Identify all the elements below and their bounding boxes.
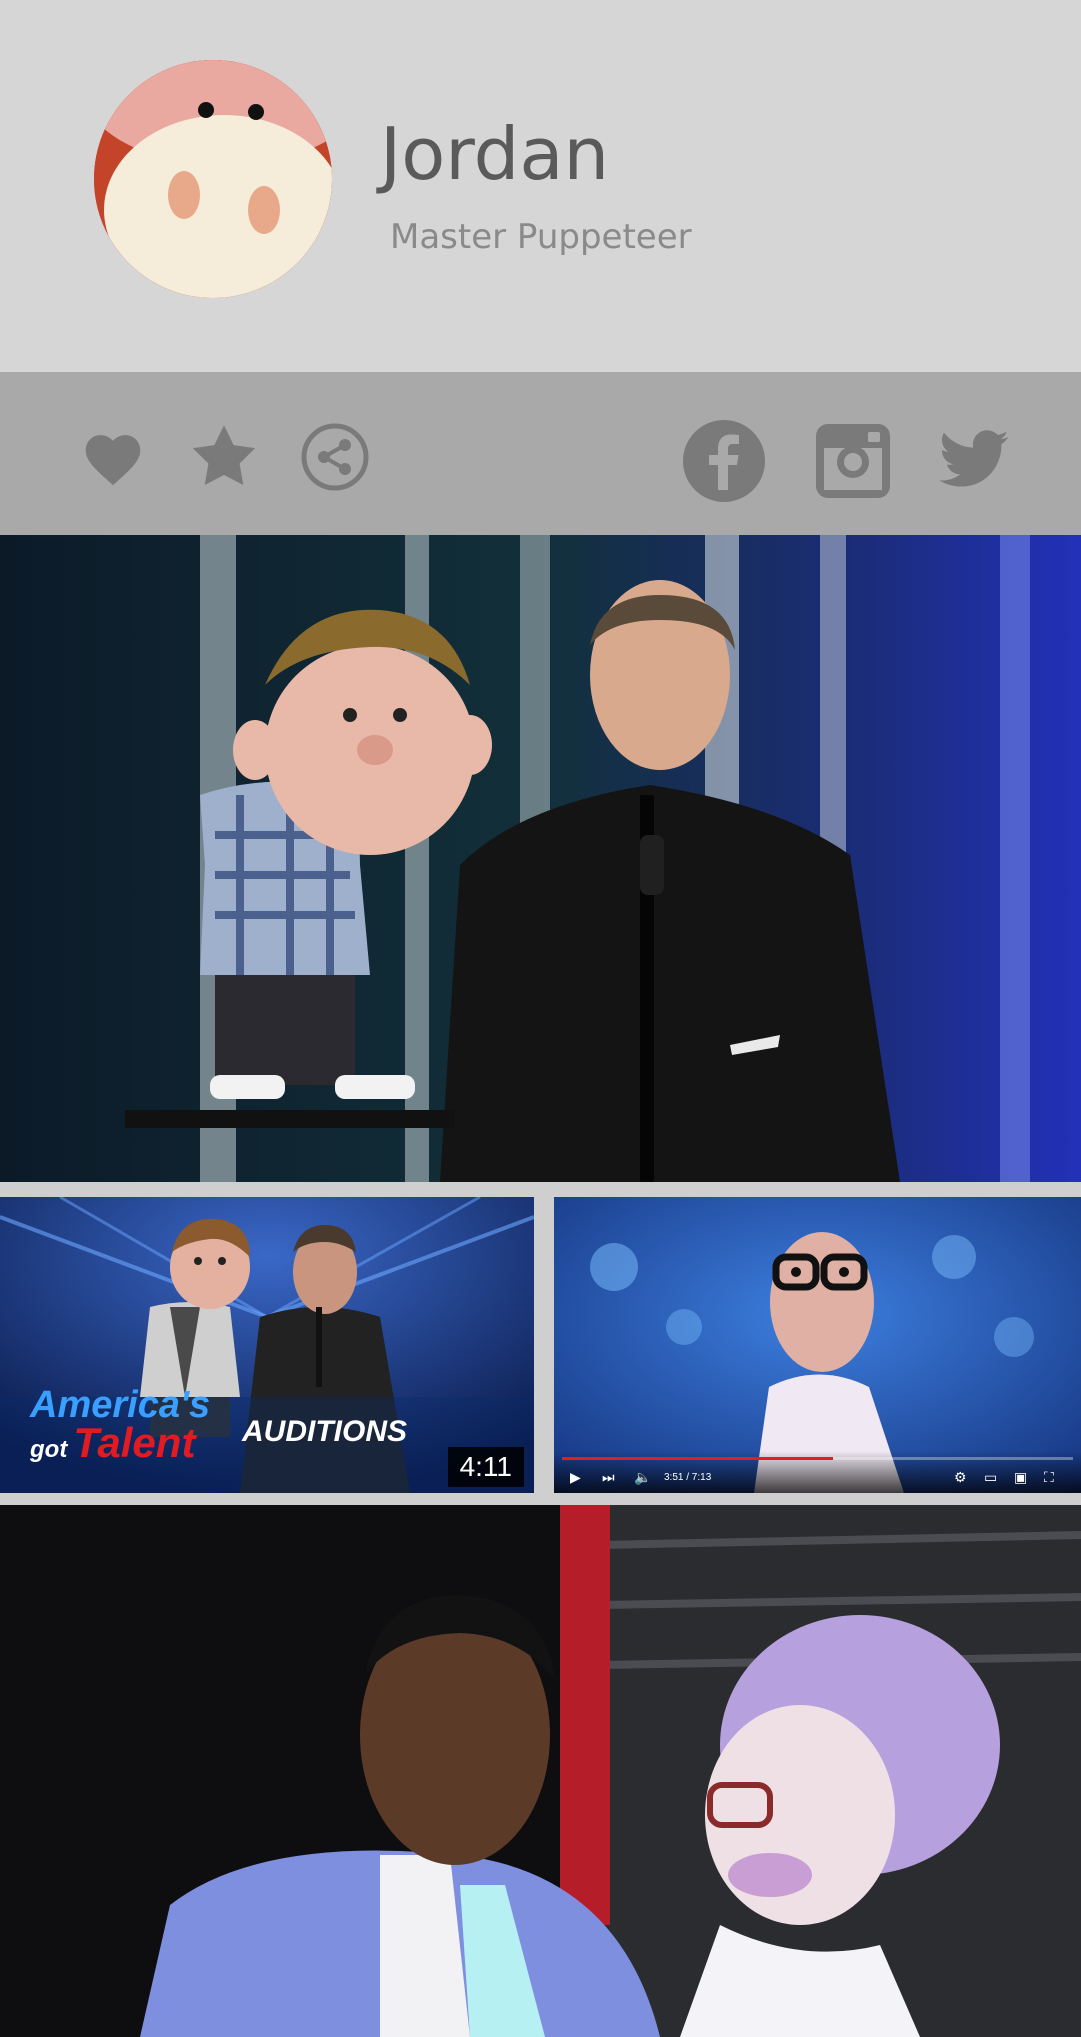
video-caption: AUDITIONS [242, 1415, 407, 1448]
avatar-image [94, 60, 332, 298]
video-controls: ▶ ⏭ 🔈 3:51 / 7:13 ⚙ ▭ ▣ ⛶ [554, 1451, 1081, 1493]
star-icon[interactable] [190, 422, 258, 488]
profile-title: Master Puppeteer [390, 217, 692, 257]
profile-header: Jordan Master Puppeteer [0, 0, 1081, 372]
agt-logo-talent: Talent [73, 1419, 196, 1467]
play-icon[interactable]: ▶ [570, 1469, 581, 1486]
settings-icon[interactable]: ⚙ [954, 1469, 967, 1486]
facebook-icon[interactable] [683, 420, 765, 502]
video-time: 3:51 / 7:13 [664, 1472, 712, 1483]
fullscreen-icon[interactable]: ⛶ [1044, 1469, 1054, 1486]
video-progress-fill [562, 1457, 833, 1460]
avatar[interactable] [94, 60, 332, 298]
profile-name: Jordan [380, 112, 610, 196]
video-player[interactable]: ▶ ⏭ 🔈 3:51 / 7:13 ⚙ ▭ ▣ ⛶ [554, 1197, 1081, 1493]
video-progress-track[interactable] [562, 1457, 1073, 1460]
share-icon[interactable] [300, 422, 370, 492]
hero-image [0, 535, 1081, 1182]
hero-photo[interactable] [0, 535, 1081, 1182]
cast-icon[interactable]: ▣ [1014, 1469, 1027, 1486]
agt-logo-got: got [30, 1436, 68, 1464]
agt-logo-line1: America's [30, 1384, 211, 1427]
video-duration-badge: 4:11 [447, 1447, 524, 1487]
bottom-image [0, 1505, 1081, 2037]
video-player-image [554, 1197, 1081, 1493]
heart-icon[interactable] [80, 427, 146, 487]
twitter-icon[interactable] [940, 430, 1010, 488]
volume-icon[interactable]: 🔈 [634, 1469, 651, 1486]
action-bar [0, 372, 1081, 535]
theater-icon[interactable]: ▭ [984, 1469, 997, 1486]
agt-logo: America's got Talent [30, 1384, 211, 1467]
video-thumbnail-auditions[interactable]: America's got Talent AUDITIONS 4:11 [0, 1197, 534, 1493]
bottom-photo[interactable] [0, 1505, 1081, 2037]
next-icon[interactable]: ⏭ [602, 1469, 615, 1486]
instagram-icon[interactable] [816, 424, 890, 498]
